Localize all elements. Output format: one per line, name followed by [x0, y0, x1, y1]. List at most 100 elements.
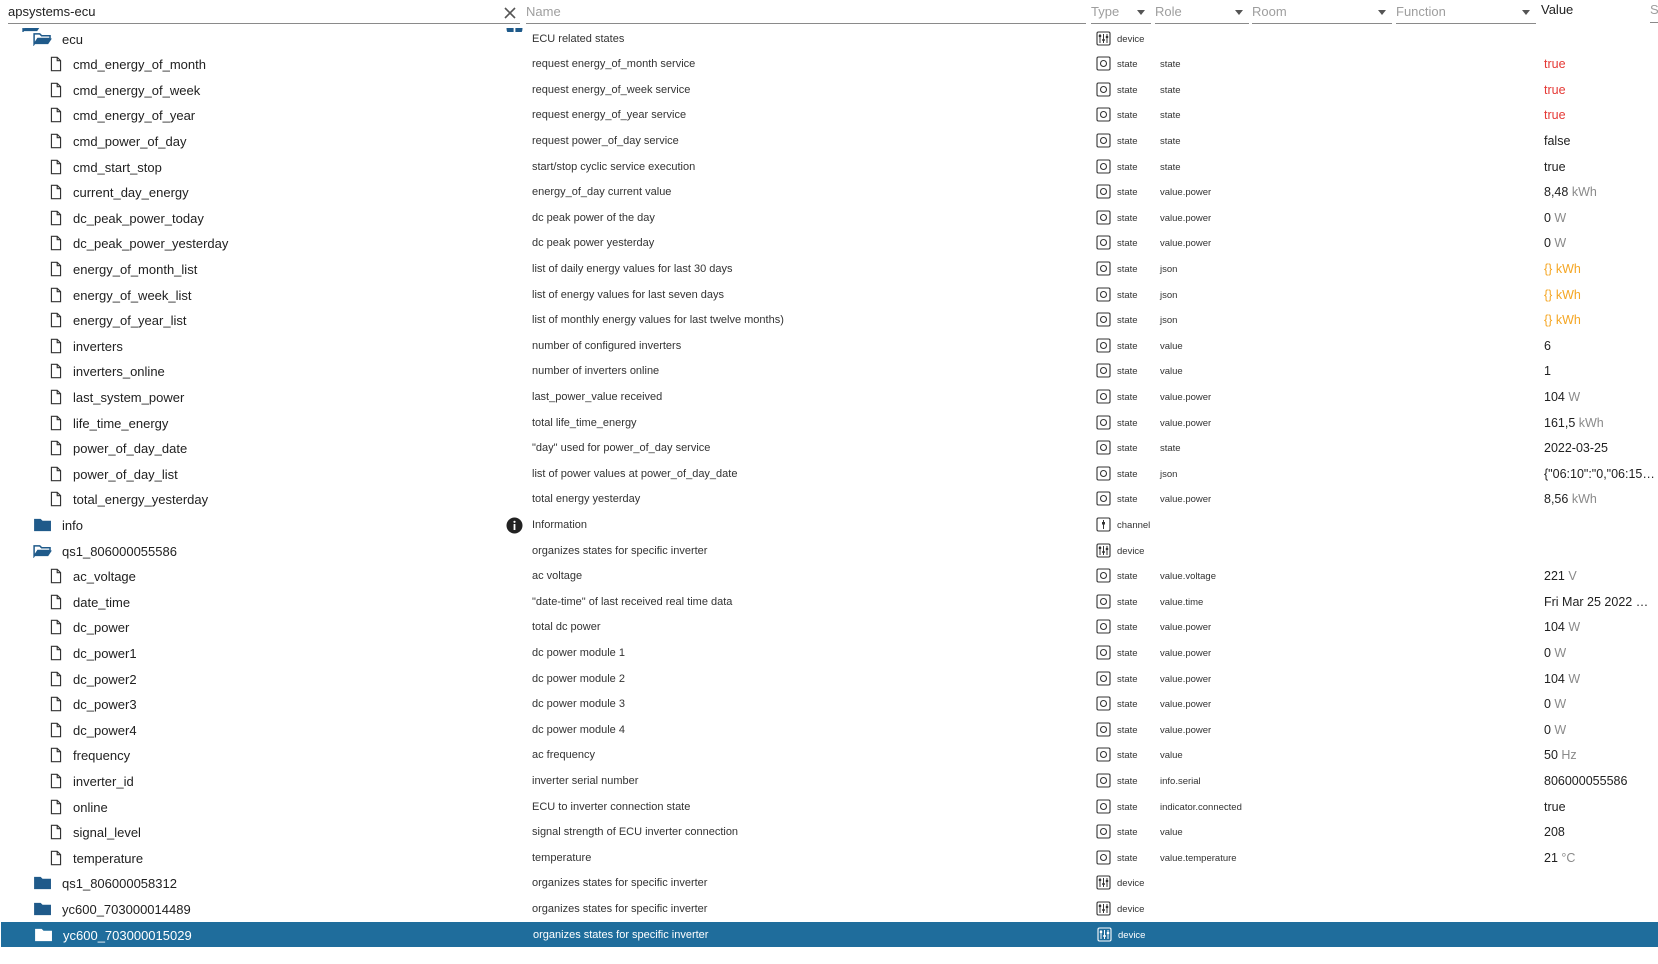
object-value[interactable]: 0 W — [1544, 211, 1566, 225]
object-id-label[interactable]: dc_power3 — [73, 697, 137, 712]
tree-row[interactable]: qs1_806000058312 organizes states for spe… — [0, 870, 1658, 896]
tree-row[interactable]: dc_peak_power_today dc peak power of the … — [0, 205, 1658, 231]
tree-row[interactable]: dc_power total dc power state value.power 10… — [0, 614, 1658, 640]
room-filter[interactable]: Room — [1252, 0, 1392, 24]
object-id-label[interactable]: total_energy_yesterday — [73, 492, 208, 507]
tree-row[interactable]: inverter_id inverter serial number state in… — [0, 768, 1658, 794]
object-value[interactable]: 50 Hz — [1544, 748, 1577, 762]
object-id-label[interactable]: last_system_power — [73, 390, 184, 405]
tree-row[interactable]: cmd_energy_of_month request energy_of_mon… — [0, 51, 1658, 77]
object-value[interactable]: true — [1544, 800, 1566, 814]
tree-row[interactable]: dc_power3 dc power module 3 state value.pow… — [0, 691, 1658, 717]
object-id-label[interactable]: dc_power4 — [73, 723, 137, 738]
object-id-label[interactable]: energy_of_week_list — [73, 288, 192, 303]
object-id-label[interactable]: dc_power — [73, 620, 129, 635]
tree-row[interactable]: temperature temperature state value.tempera… — [0, 845, 1658, 871]
object-id-label[interactable]: date_time — [73, 595, 130, 610]
object-id-label[interactable]: online — [73, 800, 108, 815]
object-id-label[interactable]: info — [62, 518, 83, 533]
object-value[interactable]: 806000055586 — [1544, 774, 1627, 788]
object-id-label[interactable]: dc_peak_power_today — [73, 211, 204, 226]
object-value[interactable]: 0 W — [1544, 646, 1566, 660]
object-id-label[interactable]: inverters_online — [73, 364, 165, 379]
folder-open-icon[interactable] — [33, 543, 53, 558]
object-value[interactable]: 104 W — [1544, 672, 1580, 686]
folder-icon[interactable] — [33, 875, 53, 890]
folder-icon[interactable] — [33, 517, 53, 532]
object-value[interactable]: 8,48 kWh — [1544, 185, 1597, 199]
tree-row[interactable]: dc_peak_power_yesterday dc peak power yes… — [0, 230, 1658, 256]
tree-row[interactable]: dc_power1 dc power module 1 state value.pow… — [0, 640, 1658, 666]
tree-row[interactable]: dc_power2 dc power module 2 state value.pow… — [0, 666, 1658, 692]
object-value[interactable]: 208 — [1544, 825, 1565, 839]
tree-row[interactable]: signal_level signal strength of ECU inver… — [0, 819, 1658, 845]
tree-row[interactable]: ecu ECU related states device — [0, 26, 1658, 52]
tree-row[interactable]: last_system_power last_power_value receiv… — [0, 384, 1658, 410]
object-value[interactable]: {} kWh — [1544, 262, 1581, 276]
folder-icon[interactable] — [34, 927, 54, 942]
object-id-label[interactable]: qs1_806000055586 — [62, 544, 177, 559]
tree-row[interactable]: dc_power4 dc power module 4 state value.pow… — [0, 717, 1658, 743]
function-filter[interactable]: Function — [1396, 0, 1536, 24]
object-id-label[interactable]: cmd_energy_of_week — [73, 83, 200, 98]
object-value[interactable]: 0 W — [1544, 697, 1566, 711]
object-value[interactable]: 2022-03-25 — [1544, 441, 1608, 455]
folder-icon[interactable] — [33, 901, 53, 916]
object-value[interactable]: true — [1544, 160, 1566, 174]
tree-row[interactable]: cmd_energy_of_week request energy_of_week… — [0, 77, 1658, 103]
id-filter-input[interactable] — [8, 0, 520, 22]
object-id-label[interactable]: dc_peak_power_yesterday — [73, 236, 228, 251]
tree-row[interactable]: power_of_day_list list of power values at… — [0, 461, 1658, 487]
object-id-label[interactable]: cmd_energy_of_year — [73, 108, 195, 123]
object-id-label[interactable]: power_of_day_list — [73, 467, 178, 482]
object-id-label[interactable]: ac_voltage — [73, 569, 136, 584]
object-id-label[interactable]: qs1_806000058312 — [62, 876, 177, 891]
object-id-label[interactable]: dc_power1 — [73, 646, 137, 661]
tree-row[interactable]: qs1_806000055586 organizes states for spe… — [0, 538, 1658, 564]
tree-row[interactable]: energy_of_month_list list of daily energy… — [0, 256, 1658, 282]
object-id-label[interactable]: dc_power2 — [73, 672, 137, 687]
type-filter[interactable]: Type — [1091, 0, 1151, 24]
tree-row[interactable]: cmd_energy_of_year request energy_of_year… — [0, 102, 1658, 128]
object-value[interactable]: 104 W — [1544, 390, 1580, 404]
object-id-label[interactable]: life_time_energy — [73, 416, 168, 431]
tree-row[interactable]: current_day_energy energy_of_day current … — [0, 179, 1658, 205]
object-value[interactable]: true — [1544, 83, 1566, 97]
object-value[interactable]: {} kWh — [1544, 313, 1581, 327]
object-value[interactable]: 0 W — [1544, 723, 1566, 737]
object-id-label[interactable]: temperature — [73, 851, 143, 866]
object-value[interactable]: 0 W — [1544, 236, 1566, 250]
tree-row[interactable]: energy_of_week_list list of energy values… — [0, 282, 1658, 308]
object-value[interactable]: 221 V — [1544, 569, 1577, 583]
object-id-label[interactable]: yc600_703000015029 — [63, 928, 192, 943]
object-id-label[interactable]: ecu — [62, 32, 83, 47]
tree-row[interactable]: cmd_power_of_day request power_of_day ser… — [0, 128, 1658, 154]
clear-filter-icon[interactable] — [502, 5, 518, 21]
object-value[interactable]: 8,56 kWh — [1544, 492, 1597, 506]
tree-row[interactable]: life_time_energy total life_time_energy st… — [0, 410, 1658, 436]
object-value[interactable]: 104 W — [1544, 620, 1580, 634]
tree-row[interactable]: yc600_703000014489 organizes states for s… — [0, 896, 1658, 922]
tree-row[interactable]: inverters number of configured inverters s… — [0, 333, 1658, 359]
object-value[interactable]: {} kWh — [1544, 288, 1581, 302]
object-id-label[interactable]: cmd_start_stop — [73, 160, 162, 175]
object-id-label[interactable]: power_of_day_date — [73, 441, 187, 456]
tree-row[interactable]: power_of_day_date "day" used for power_of… — [0, 435, 1658, 461]
tree-row[interactable]: inverters_online number of inverters onli… — [0, 358, 1658, 384]
folder-open-icon[interactable] — [33, 31, 53, 46]
object-id-label[interactable]: current_day_energy — [73, 185, 189, 200]
object-value[interactable]: 1 — [1544, 364, 1551, 378]
object-value[interactable]: 6 — [1544, 339, 1551, 353]
object-id-label[interactable]: cmd_energy_of_month — [73, 57, 206, 72]
tree-row[interactable]: info Information channel — [0, 512, 1658, 538]
tree-row[interactable]: yc600_703000015029 organizes states for s… — [1, 921, 1658, 948]
object-id-label[interactable]: cmd_power_of_day — [73, 134, 186, 149]
object-id-label[interactable]: inverters — [73, 339, 123, 354]
object-value[interactable]: false — [1544, 134, 1570, 148]
object-value[interactable]: 161,5 kWh — [1544, 416, 1604, 430]
tree-row[interactable]: energy_of_year_list list of monthly energ… — [0, 307, 1658, 333]
object-id-label[interactable]: energy_of_year_list — [73, 313, 186, 328]
tree-row[interactable]: cmd_start_stop start/stop cyclic service … — [0, 154, 1658, 180]
object-id-label[interactable]: energy_of_month_list — [73, 262, 197, 277]
name-filter-input[interactable] — [526, 0, 1086, 22]
